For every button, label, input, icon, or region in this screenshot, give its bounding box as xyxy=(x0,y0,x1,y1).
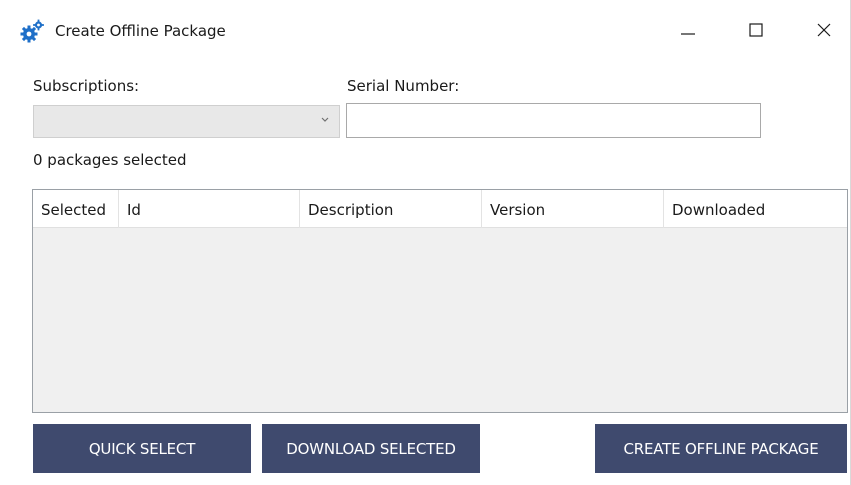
column-header-selected[interactable]: Selected xyxy=(33,190,119,228)
column-header-description[interactable]: Description xyxy=(300,190,482,228)
create-offline-package-window: Create Offline Package Subscriptions: Se… xyxy=(0,0,851,485)
serial-number-label: Serial Number: xyxy=(347,77,460,95)
close-button[interactable] xyxy=(801,12,847,52)
serial-number-input[interactable] xyxy=(346,103,761,138)
subscriptions-label: Subscriptions: xyxy=(33,77,140,95)
maximize-icon xyxy=(748,22,764,42)
selection-status: 0 packages selected xyxy=(33,151,187,169)
column-header-downloaded[interactable]: Downloaded xyxy=(664,190,847,228)
column-header-id[interactable]: Id xyxy=(119,190,300,228)
close-icon xyxy=(816,22,832,42)
minimize-icon xyxy=(680,22,696,42)
create-offline-package-button[interactable]: CREATE OFFLINE PACKAGE xyxy=(595,424,847,473)
quick-select-button[interactable]: QUICK SELECT xyxy=(33,424,251,473)
table-header: Selected Id Description Version Download… xyxy=(33,190,847,228)
window-title: Create Offline Package xyxy=(55,22,226,40)
gears-icon xyxy=(19,19,45,45)
subscriptions-dropdown[interactable] xyxy=(33,105,340,138)
download-selected-button[interactable]: DOWNLOAD SELECTED xyxy=(262,424,480,473)
title-bar[interactable]: Create Offline Package xyxy=(0,0,851,64)
chevron-down-icon xyxy=(320,114,330,127)
packages-table[interactable]: Selected Id Description Version Download… xyxy=(32,189,848,413)
column-header-version[interactable]: Version xyxy=(482,190,664,228)
minimize-button[interactable] xyxy=(665,12,711,52)
maximize-button[interactable] xyxy=(733,12,779,52)
